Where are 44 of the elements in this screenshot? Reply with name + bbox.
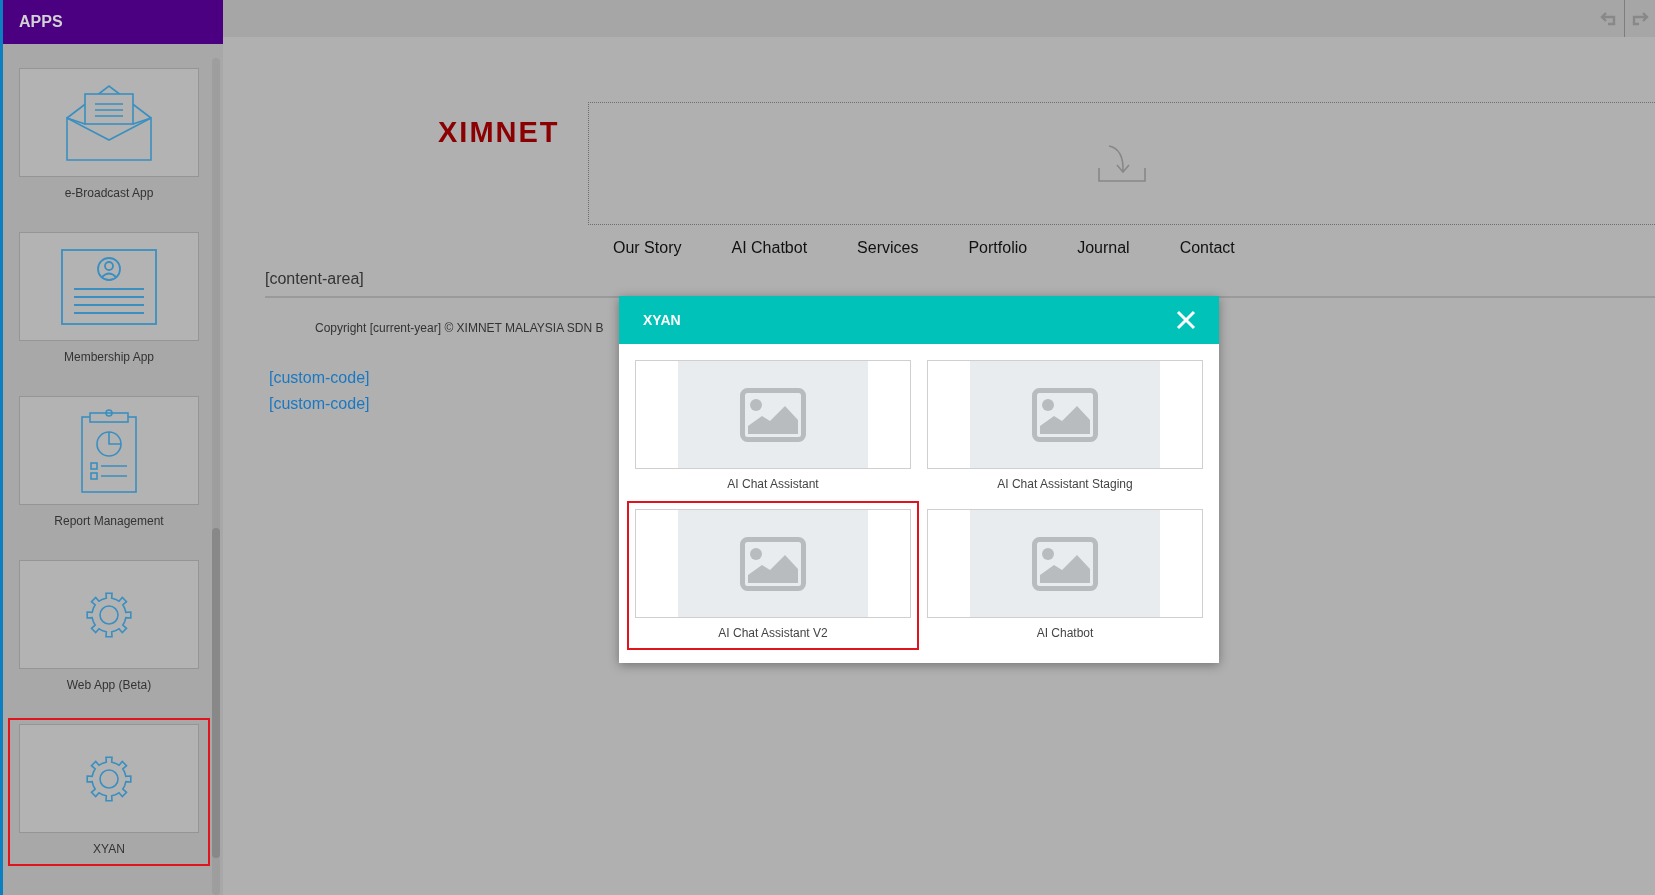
- nav-link[interactable]: AI Chatbot: [731, 239, 808, 257]
- nav-link[interactable]: Portfolio: [968, 239, 1028, 257]
- app-tile[interactable]: Report Management: [8, 390, 210, 538]
- close-icon: [1175, 309, 1197, 331]
- gear-icon: [84, 589, 134, 640]
- app-option[interactable]: AI Chat Assistant Staging: [919, 352, 1211, 501]
- nav-link[interactable]: Our Story: [613, 239, 682, 257]
- image-placeholder-icon: [1032, 387, 1098, 442]
- option-label: AI Chatbot: [1035, 626, 1095, 640]
- envelope-icon: [65, 83, 153, 162]
- scrollbar[interactable]: [212, 58, 220, 895]
- undo-icon[interactable]: [1600, 11, 1618, 26]
- copyright-text: Copyright [current-year] © XIMNET MALAYSIA SDN B: [315, 321, 604, 335]
- app-label: Membership App: [62, 350, 155, 364]
- app-option[interactable]: AI Chatbot: [919, 501, 1211, 650]
- app-label: Report Management: [53, 514, 165, 528]
- nav-link[interactable]: Journal: [1077, 239, 1130, 257]
- app-option[interactable]: AI Chat Assistant V2: [627, 501, 919, 650]
- app-tile[interactable]: Membership App: [8, 226, 210, 374]
- image-placeholder-icon: [1032, 536, 1098, 591]
- app-label: XYAN: [92, 842, 126, 856]
- clipboard-report-icon: [81, 408, 137, 493]
- nav-link[interactable]: Contact: [1179, 239, 1235, 257]
- option-label: AI Chat Assistant V2: [717, 626, 829, 640]
- dialog-title: XYAN: [643, 312, 681, 328]
- nav-link[interactable]: Services: [857, 239, 919, 257]
- app-label: Web App (Beta): [65, 678, 153, 692]
- app-tile[interactable]: XYAN: [8, 718, 210, 866]
- apps-header: APPS: [3, 0, 223, 44]
- gear-icon: [84, 753, 134, 804]
- app-tile[interactable]: e-Broadcast App: [8, 62, 210, 210]
- app-label: e-Broadcast App: [63, 186, 155, 200]
- image-placeholder-icon: [740, 536, 806, 591]
- redo-icon[interactable]: [1631, 11, 1649, 26]
- app-option[interactable]: AI Chat Assistant: [627, 352, 919, 501]
- close-button[interactable]: [1175, 309, 1197, 331]
- option-label: AI Chat Assistant: [726, 477, 820, 491]
- option-label: AI Chat Assistant Staging: [996, 477, 1134, 491]
- drop-zone[interactable]: [588, 102, 1655, 225]
- app-tile[interactable]: Web App (Beta): [8, 554, 210, 702]
- image-placeholder-icon: [740, 387, 806, 442]
- profile-document-icon: [61, 248, 157, 325]
- site-logo[interactable]: XIMNET: [438, 116, 588, 149]
- download-tray-icon: [1098, 144, 1146, 183]
